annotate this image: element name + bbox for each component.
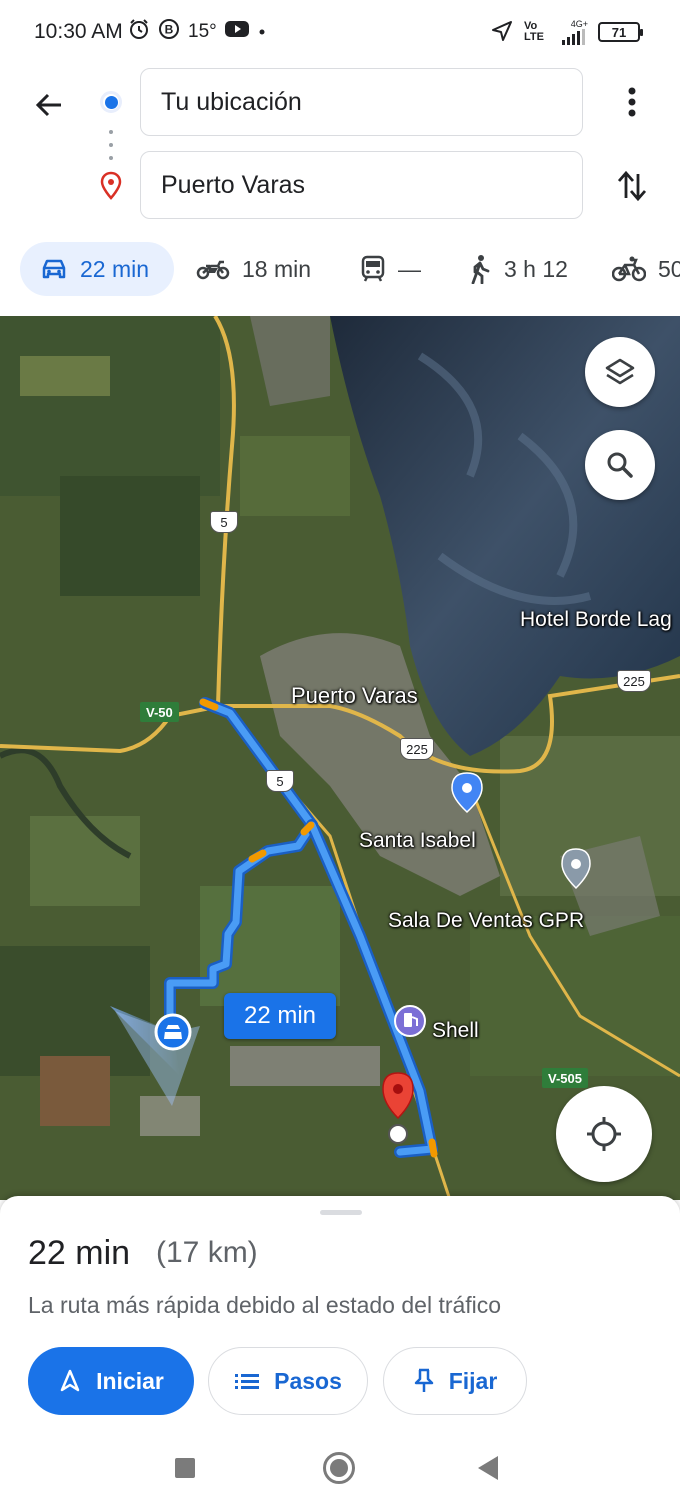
route-duration: 22 min <box>28 1234 131 1272</box>
map-label-sala-ventas[interactable]: Sala De Ventas GPR <box>388 909 584 933</box>
tab-transit[interactable]: — <box>360 242 421 296</box>
system-nav-bar <box>0 1436 680 1511</box>
status-right-icons: Vo LTE 4G+ 71 <box>490 18 643 46</box>
home-button[interactable] <box>323 1452 355 1484</box>
status-left-icons: B 15° <box>128 18 267 46</box>
tab-walking-label: 3 h 12 <box>504 255 568 282</box>
route-time-label: 22 min <box>243 1002 317 1029</box>
youtube-icon <box>224 20 249 44</box>
tab-cycling[interactable]: 50 <box>612 242 680 296</box>
map-label-shell[interactable]: Shell <box>432 1019 479 1043</box>
temperature: 15° <box>188 21 217 42</box>
destination-pin-icon <box>99 171 123 201</box>
swap-locations-button[interactable] <box>610 164 654 208</box>
road-shield-225-east: 225 <box>617 670 651 692</box>
more-options-button[interactable] <box>612 82 652 122</box>
origin-dot-icon <box>100 91 122 113</box>
list-icon <box>235 1374 260 1389</box>
tab-driving[interactable]: 22 min <box>20 242 174 296</box>
route-summary-sheet[interactable]: 22 min (17 km) La ruta más rápida debido… <box>0 1196 680 1436</box>
b-app-icon: B <box>158 18 180 46</box>
alarm-icon <box>128 18 150 46</box>
crosshair-icon <box>587 1117 621 1151</box>
layers-button[interactable] <box>585 337 655 407</box>
status-time: 10:30 AM <box>34 20 123 43</box>
pin-button[interactable]: Fijar <box>383 1347 527 1415</box>
map-label-santa-isabel[interactable]: Santa Isabel <box>359 829 476 853</box>
tab-motorcycle[interactable]: 18 min <box>196 242 311 296</box>
steps-button[interactable]: Pasos <box>208 1347 368 1415</box>
tab-transit-label: — <box>398 255 421 282</box>
destination-field[interactable] <box>140 151 583 219</box>
origin-position-marker <box>154 1013 192 1051</box>
arrow-back-icon <box>35 93 61 117</box>
map-view[interactable]: Puerto Varas Hotel Borde Lag Santa Isabe… <box>0 316 680 1200</box>
road-shield-5-north: 5 <box>210 511 238 533</box>
road-shield-5-south: 5 <box>266 770 294 792</box>
search-along-route-button[interactable] <box>585 430 655 500</box>
battery-level: 71 <box>611 24 627 40</box>
directions-header <box>0 64 680 224</box>
road-shield-225-center: 225 <box>400 738 434 760</box>
start-navigation-button[interactable]: Iniciar <box>28 1347 194 1415</box>
steps-label: Pasos <box>274 1367 342 1394</box>
tab-driving-label: 22 min <box>80 255 150 282</box>
route-description: La ruta más rápida debido al estado del … <box>28 1292 502 1318</box>
more-vert-icon <box>628 87 636 117</box>
map-label-puerto-varas[interactable]: Puerto Varas <box>291 683 418 709</box>
origin-field[interactable] <box>140 68 583 136</box>
signal-icon: 4G+ <box>556 18 588 45</box>
svg-text:B: B <box>165 23 174 37</box>
back-button[interactable] <box>26 82 72 128</box>
train-icon <box>361 255 385 282</box>
tab-walking[interactable]: 3 h 12 <box>468 242 568 296</box>
car-icon <box>42 259 66 279</box>
bike-icon <box>612 256 646 282</box>
start-navigation-label: Iniciar <box>96 1367 164 1394</box>
motorcycle-icon <box>196 260 230 280</box>
network-type: 4G+ <box>570 18 588 29</box>
route-tag-v50: V-50 <box>140 702 179 722</box>
pin-label: Fijar <box>448 1367 498 1394</box>
swap-vert-icon <box>617 170 647 202</box>
destination-input[interactable] <box>161 170 582 200</box>
system-back-button[interactable] <box>478 1456 498 1480</box>
status-bar: 10:30 AM B 15° Vo LTE 4G+ 71 <box>0 0 680 64</box>
route-tag-v505: V-505 <box>542 1068 588 1088</box>
travel-mode-tabs: 22 min 18 min — 3 h 12 50 <box>0 238 680 300</box>
route-distance: (17 km) <box>156 1236 258 1269</box>
volte-indicator: Vo LTE <box>524 20 544 43</box>
tab-cycling-label: 50 <box>658 255 680 282</box>
notification-dot-icon <box>257 21 267 43</box>
search-icon <box>607 452 633 478</box>
battery-icon: 71 <box>598 22 643 42</box>
poi-shell-marker <box>394 1005 426 1037</box>
location-arrow-icon <box>490 19 514 46</box>
route-time-chip[interactable]: 22 min <box>224 993 336 1039</box>
tab-motorcycle-label: 18 min <box>242 255 312 282</box>
origin-input[interactable] <box>161 87 582 117</box>
layers-icon <box>605 358 635 385</box>
my-location-button[interactable] <box>556 1086 652 1182</box>
map-label-hotel[interactable]: Hotel Borde Lag <box>520 608 672 632</box>
pushpin-icon <box>414 1368 433 1392</box>
recents-button[interactable] <box>175 1458 195 1478</box>
route-dots-icon <box>109 130 113 160</box>
sheet-drag-handle[interactable] <box>320 1210 362 1215</box>
walk-icon <box>471 255 490 284</box>
navigation-arrow-icon <box>60 1369 80 1392</box>
